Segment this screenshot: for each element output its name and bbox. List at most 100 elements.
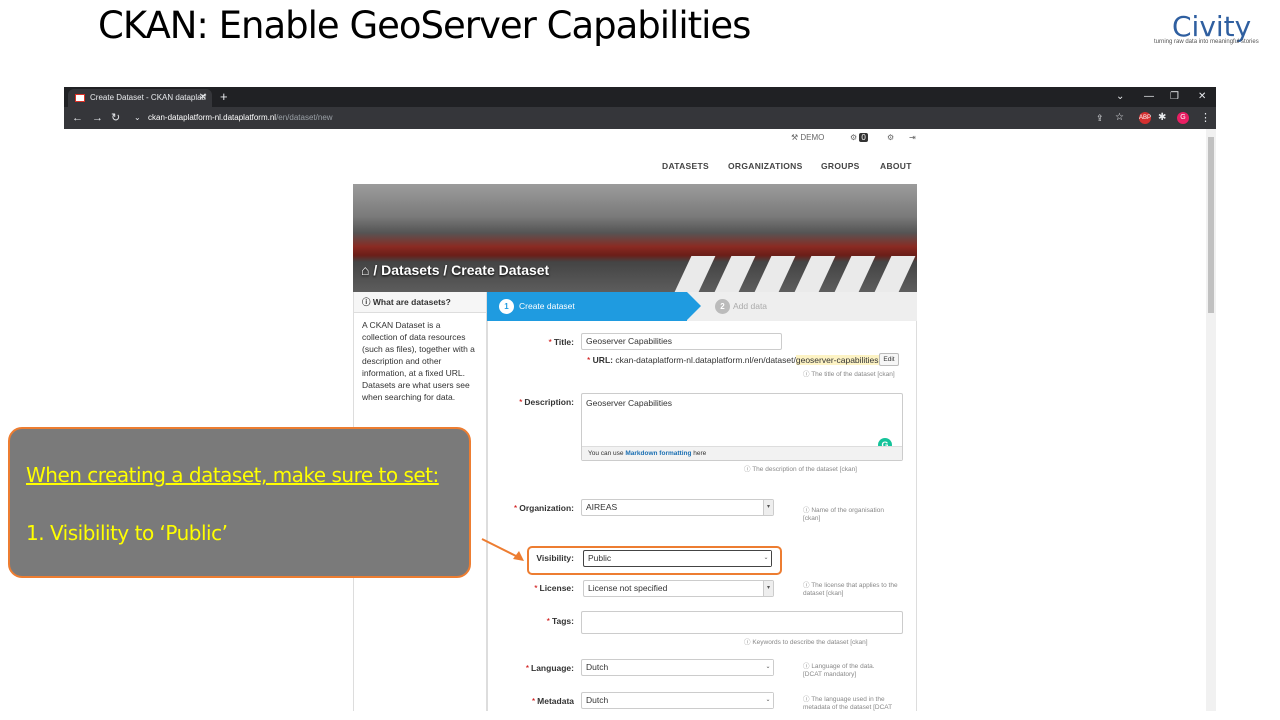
language-select[interactable]: Dutch ⌄ bbox=[581, 659, 774, 676]
stage-number: 2 bbox=[715, 299, 730, 314]
markdown-hint: You can use Markdown formatting here bbox=[582, 446, 902, 460]
dashboard-icon: ⚙ bbox=[850, 133, 860, 142]
scrollbar-thumb[interactable] bbox=[1208, 137, 1214, 313]
info-icon: ⓘ bbox=[362, 297, 373, 307]
tags-label: * Tags: bbox=[546, 616, 574, 626]
forward-icon[interactable]: → bbox=[92, 107, 103, 129]
nav-datasets[interactable]: DATASETS bbox=[662, 161, 709, 171]
callout-step: 1. Visibility to ‘Public’ bbox=[26, 521, 228, 545]
tab-close-icon[interactable]: ✕ bbox=[199, 89, 207, 107]
url-line: * URL: ckan-dataplatform-nl.dataplatform… bbox=[587, 355, 879, 365]
gmail-favicon-icon bbox=[75, 94, 85, 102]
metadata-language-label: * Metadata bbox=[531, 696, 574, 706]
url-edit-button[interactable]: Edit bbox=[879, 353, 899, 366]
breadcrumb-text[interactable]: / Datasets / Create Dataset bbox=[373, 262, 549, 278]
back-icon[interactable]: ← bbox=[72, 107, 83, 129]
stage-label: Add data bbox=[733, 301, 768, 311]
menu-kebab-icon[interactable]: ⋮ bbox=[1200, 107, 1211, 129]
sidebar-heading: ⓘ What are datasets? bbox=[354, 292, 486, 313]
settings-gear-icon[interactable]: ⚙ bbox=[887, 133, 894, 142]
url-path: /en/dataset/new bbox=[276, 113, 333, 122]
organization-label: * Organization: bbox=[513, 503, 574, 513]
account-user[interactable]: ⚒ DEMO bbox=[791, 133, 824, 142]
tags-help: ⓘ Keywords to describe the dataset [ckan… bbox=[744, 639, 868, 646]
adblock-extension-icon[interactable]: ABP bbox=[1139, 112, 1151, 124]
profile-avatar-icon[interactable]: G bbox=[1177, 112, 1189, 124]
page-scrollbar[interactable] bbox=[1206, 129, 1216, 711]
stage-label: Create dataset bbox=[519, 301, 575, 311]
description-value: Geoserver Capabilities bbox=[586, 398, 672, 408]
title-label: * Title: bbox=[548, 337, 574, 347]
license-help: ⓘ The license that applies to the datase… bbox=[803, 582, 898, 597]
url-slug: geoserver-capabilities bbox=[795, 355, 879, 365]
license-value: License not specified bbox=[588, 583, 668, 593]
url-label: URL: bbox=[592, 355, 613, 365]
crosswalk-stripe bbox=[714, 256, 756, 292]
user-icon: ⚒ bbox=[791, 133, 801, 142]
extensions-puzzle-icon[interactable]: ✱ bbox=[1158, 107, 1166, 129]
crosswalk-stripe bbox=[794, 256, 836, 292]
info-icon: ⓘ bbox=[803, 371, 812, 378]
address-bar: ← → ↻ ⌄ ckan-dataplatform-nl.dataplatfor… bbox=[64, 107, 1216, 129]
sidebar-heading-text: What are datasets? bbox=[372, 297, 451, 307]
stage-create-dataset[interactable]: 1 Create dataset bbox=[487, 292, 701, 321]
metadata-language-help: ⓘ The language used in the metadata of t… bbox=[803, 696, 893, 711]
info-icon: ⓘ bbox=[744, 466, 753, 473]
instruction-callout: When creating a dataset, make sure to se… bbox=[8, 427, 471, 578]
title-input[interactable]: Geoserver Capabilities bbox=[581, 333, 782, 350]
license-select[interactable]: License not specified ▾ bbox=[583, 580, 774, 597]
share-icon[interactable]: ⇪ bbox=[1096, 107, 1104, 129]
crosswalk-stripe bbox=[674, 256, 716, 292]
tab-title: Create Dataset - CKAN dataplatf bbox=[90, 93, 207, 102]
description-textarea[interactable]: Geoserver Capabilities G You can use Mar… bbox=[581, 393, 903, 461]
stage-add-data[interactable]: 2 Add data bbox=[715, 292, 767, 321]
info-icon: ⓘ bbox=[803, 696, 812, 703]
metadata-language-select[interactable]: Dutch ⌄ bbox=[581, 692, 774, 709]
crosswalk-stripe bbox=[834, 256, 876, 292]
reload-icon[interactable]: ↻ bbox=[111, 107, 120, 129]
nav-groups[interactable]: GROUPS bbox=[821, 161, 860, 171]
url-prefix: ckan-dataplatform-nl.dataplatform.nl/en/… bbox=[615, 355, 796, 365]
nav-about[interactable]: ABOUT bbox=[880, 161, 912, 171]
stages-bar: 1 Create dataset 2 Add data bbox=[487, 292, 917, 321]
crosswalk-stripe bbox=[874, 256, 916, 292]
tab-search-icon[interactable]: ⌄ bbox=[1116, 87, 1124, 107]
language-label: * Language: bbox=[525, 663, 574, 673]
restore-icon[interactable]: ❐ bbox=[1170, 87, 1179, 107]
logout-icon[interactable]: ⇥ bbox=[909, 133, 916, 142]
dashboard-link[interactable]: ⚙ 0 bbox=[850, 133, 868, 142]
slide-title: CKAN: Enable GeoServer Capabilities bbox=[98, 4, 751, 47]
tags-input[interactable] bbox=[581, 611, 903, 634]
new-tab-icon[interactable]: + bbox=[220, 87, 228, 107]
description-help: ⓘ The description of the dataset [ckan] bbox=[744, 466, 857, 473]
bookmark-star-icon[interactable]: ☆ bbox=[1115, 107, 1124, 129]
callout-arrow-icon bbox=[481, 538, 524, 561]
description-label: * Description: bbox=[519, 397, 574, 407]
sidebar-body: A CKAN Dataset is a collection of data r… bbox=[362, 320, 475, 402]
stage-number: 1 bbox=[499, 299, 514, 314]
tab-bar: Create Dataset - CKAN dataplatf ✕ + ⌄ — … bbox=[64, 87, 1216, 107]
organization-value: AIREAS bbox=[586, 502, 618, 512]
breadcrumb: ⌂ / Datasets / Create Dataset bbox=[361, 262, 549, 278]
chevron-down-icon: ⌄ bbox=[763, 693, 773, 708]
minimize-icon[interactable]: — bbox=[1144, 87, 1154, 107]
site-info-icon[interactable]: ⌄ bbox=[134, 107, 141, 129]
notification-count-badge: 0 bbox=[859, 133, 868, 142]
window-close-icon[interactable]: ✕ bbox=[1198, 87, 1206, 107]
account-username: DEMO bbox=[800, 133, 825, 142]
organization-select[interactable]: AIREAS ▾ bbox=[581, 499, 774, 516]
url-host: ckan-dataplatform-nl.dataplatform.nl bbox=[148, 113, 277, 122]
dataset-form: * Title: Geoserver Capabilities * URL: ck… bbox=[487, 321, 917, 711]
chevron-down-icon: ⌄ bbox=[763, 660, 773, 675]
home-icon[interactable]: ⌂ bbox=[361, 262, 369, 278]
url-field[interactable]: ckan-dataplatform-nl.dataplatform.nl/en/… bbox=[148, 110, 333, 126]
logo-tagline: turning raw data into meaningful stories bbox=[1154, 39, 1259, 45]
markdown-link[interactable]: Markdown formatting bbox=[625, 450, 691, 457]
browser-window: Create Dataset - CKAN dataplatf ✕ + ⌄ — … bbox=[64, 87, 1216, 711]
nav-organizations[interactable]: ORGANIZATIONS bbox=[728, 161, 803, 171]
language-value: Dutch bbox=[586, 662, 609, 672]
license-label: * License: bbox=[534, 583, 574, 593]
browser-tab[interactable]: Create Dataset - CKAN dataplatf ✕ bbox=[68, 89, 212, 107]
chevron-down-icon: ▾ bbox=[763, 500, 773, 515]
visibility-highlight-box bbox=[527, 546, 782, 575]
